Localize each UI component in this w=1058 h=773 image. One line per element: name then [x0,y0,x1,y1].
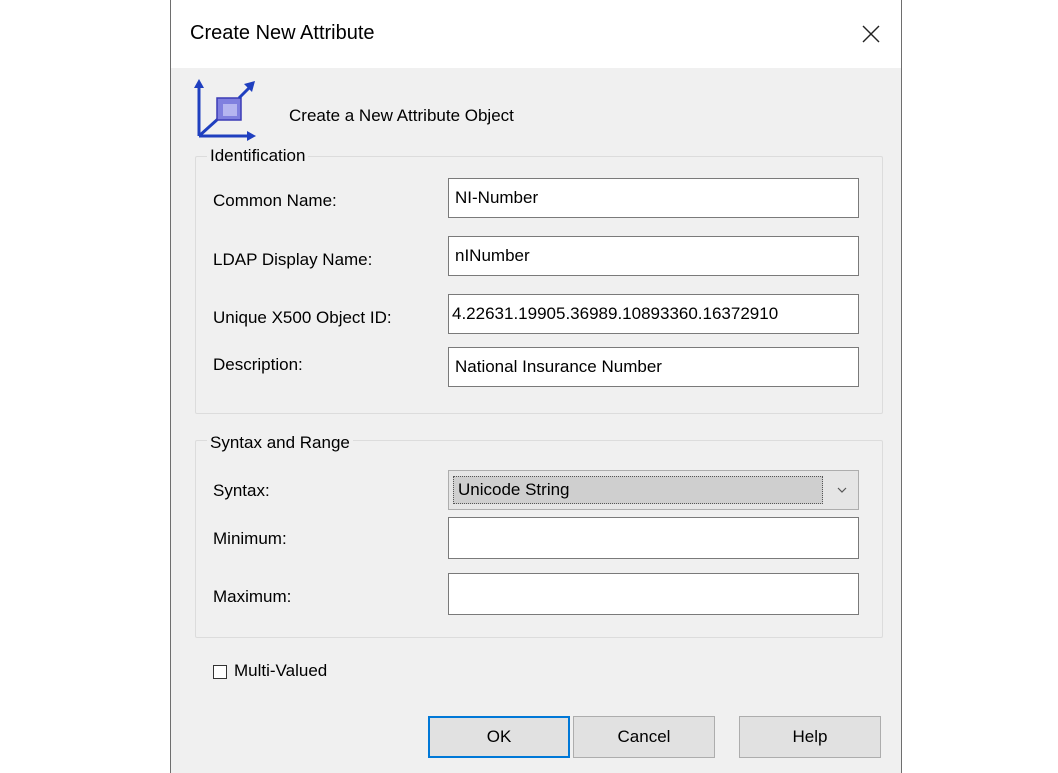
ldap-display-name-input[interactable]: nINumber [448,236,859,276]
description-input[interactable]: National Insurance Number [448,347,859,387]
syntax-range-group-label: Syntax and Range [207,433,353,453]
ok-button[interactable]: OK [428,716,570,758]
header-title: Create a New Attribute Object [289,106,514,125]
syntax-selected-value: Unicode String [453,476,823,504]
attribute-object-icon [194,79,256,141]
maximum-label: Maximum: [213,587,292,606]
help-button[interactable]: Help [739,716,881,758]
close-icon [862,25,880,43]
common-name-label: Common Name: [213,191,337,210]
ldap-display-name-label: LDAP Display Name: [213,250,373,269]
description-label: Description: [213,355,303,374]
maximum-input[interactable] [448,573,859,615]
close-button[interactable] [851,14,891,54]
minimum-input[interactable] [448,517,859,559]
multi-valued-label[interactable]: Multi-Valued [234,661,327,681]
minimum-label: Minimum: [213,529,287,548]
window-frame-right [901,0,902,773]
object-id-label: Unique X500 Object ID: [213,308,392,327]
syntax-select[interactable]: Unicode String [448,470,859,510]
chevron-down-icon [837,487,847,493]
multi-valued-checkbox[interactable] [213,665,227,679]
window-title: Create New Attribute [190,22,375,44]
syntax-label: Syntax: [213,481,270,500]
title-bar: Create New Attribute [171,0,901,68]
common-name-input[interactable]: NI-Number [448,178,859,218]
identification-group-label: Identification [207,146,309,166]
cancel-button[interactable]: Cancel [573,716,715,758]
object-id-input[interactable]: 4.22631.19905.36989.10893360.16372910 [448,294,859,334]
create-attribute-dialog: Create New Attribute Create a New Attrib… [171,0,901,773]
